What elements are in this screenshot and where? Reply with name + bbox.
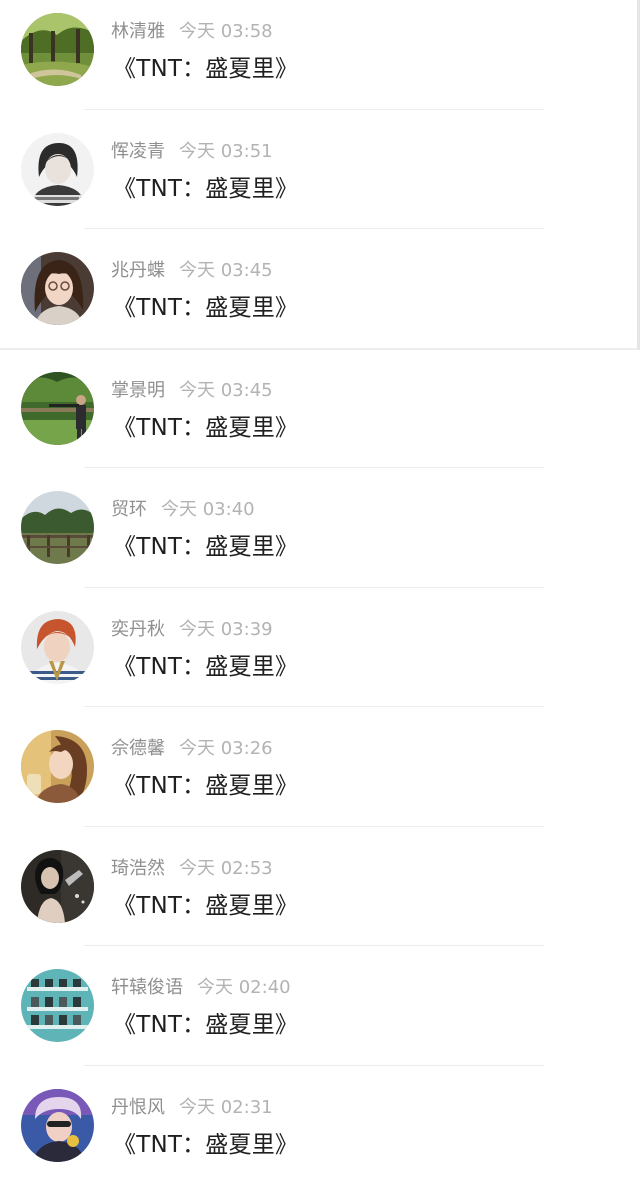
message-time: 今天 02:31	[179, 1097, 273, 1118]
message-time: 今天 02:53	[179, 858, 273, 879]
message-text: 《TNT：盛夏里》	[113, 291, 298, 325]
sender-name: 丹恨风	[111, 1097, 165, 1118]
section-divider	[0, 348, 640, 350]
list-item[interactable]: 贸环今天 03:40 《TNT：盛夏里》	[0, 478, 640, 598]
message-meta: 奕丹秋今天 03:39	[111, 617, 273, 643]
message-time: 今天 03:51	[179, 141, 273, 162]
list-item[interactable]: 琦浩然今天 02:53 《TNT：盛夏里》	[0, 837, 640, 957]
sender-name: 兆丹蝶	[111, 260, 165, 281]
message-meta: 贸环今天 03:40	[111, 497, 255, 523]
message-meta: 掌景明今天 03:45	[111, 378, 273, 404]
divider	[84, 706, 544, 707]
sender-name: 轩辕俊语	[111, 977, 183, 998]
avatar[interactable]	[21, 850, 94, 923]
message-text: 《TNT：盛夏里》	[113, 889, 298, 923]
message-meta: 佘德馨今天 03:26	[111, 736, 273, 762]
sender-name: 佘德馨	[111, 738, 165, 759]
message-text: 《TNT：盛夏里》	[113, 1008, 298, 1042]
message-time: 今天 03:45	[179, 260, 273, 281]
message-time: 今天 03:26	[179, 738, 273, 759]
list-item[interactable]: 佘德馨今天 03:26 《TNT：盛夏里》	[0, 717, 640, 837]
divider	[84, 1065, 544, 1066]
message-text: 《TNT：盛夏里》	[113, 52, 298, 86]
divider	[84, 228, 544, 229]
avatar[interactable]	[21, 13, 94, 86]
list-item[interactable]: 掌景明今天 03:45 《TNT：盛夏里》	[0, 359, 640, 479]
avatar[interactable]	[21, 133, 94, 206]
message-time: 今天 02:40	[197, 977, 291, 998]
avatar[interactable]	[21, 372, 94, 445]
list-item[interactable]: 兆丹蝶今天 03:45 《TNT：盛夏里》	[0, 239, 640, 359]
avatar[interactable]	[21, 730, 94, 803]
message-meta: 林清雅今天 03:58	[111, 19, 273, 45]
message-text: 《TNT：盛夏里》	[113, 411, 298, 445]
list-item[interactable]: 奕丹秋今天 03:39 《TNT：盛夏里》	[0, 598, 640, 718]
sender-name: 贸环	[111, 499, 147, 520]
list-item[interactable]: 轩辕俊语今天 02:40 《TNT：盛夏里》	[0, 956, 640, 1076]
sender-name: 恽凌青	[111, 141, 165, 162]
list-item[interactable]: 林清雅今天 03:58 《TNT：盛夏里》	[0, 0, 640, 120]
message-list: 林清雅今天 03:58 《TNT：盛夏里》 恽凌青今天 03:51 《TNT：盛…	[0, 0, 640, 1179]
message-time: 今天 03:40	[161, 499, 255, 520]
avatar[interactable]	[21, 611, 94, 684]
message-text: 《TNT：盛夏里》	[113, 769, 298, 803]
message-time: 今天 03:58	[179, 21, 273, 42]
sender-name: 掌景明	[111, 380, 165, 401]
message-time: 今天 03:39	[179, 619, 273, 640]
message-time: 今天 03:45	[179, 380, 273, 401]
message-text: 《TNT：盛夏里》	[113, 650, 298, 684]
message-meta: 恽凌青今天 03:51	[111, 139, 273, 165]
divider	[84, 467, 544, 468]
message-text: 《TNT：盛夏里》	[113, 1128, 298, 1162]
sender-name: 奕丹秋	[111, 619, 165, 640]
message-meta: 轩辕俊语今天 02:40	[111, 975, 291, 1001]
divider	[84, 826, 544, 827]
avatar[interactable]	[21, 491, 94, 564]
message-meta: 琦浩然今天 02:53	[111, 856, 273, 882]
sender-name: 林清雅	[111, 21, 165, 42]
divider	[84, 587, 544, 588]
avatar[interactable]	[21, 1089, 94, 1162]
message-meta: 兆丹蝶今天 03:45	[111, 258, 273, 284]
list-item[interactable]: 恽凌青今天 03:51 《TNT：盛夏里》	[0, 120, 640, 240]
message-meta: 丹恨风今天 02:31	[111, 1095, 273, 1121]
sender-name: 琦浩然	[111, 858, 165, 879]
divider	[84, 945, 544, 946]
list-item[interactable]: 丹恨风今天 02:31 《TNT：盛夏里》	[0, 1076, 640, 1195]
avatar[interactable]	[21, 969, 94, 1042]
divider	[84, 109, 544, 110]
message-text: 《TNT：盛夏里》	[113, 530, 298, 564]
message-text: 《TNT：盛夏里》	[113, 172, 298, 206]
avatar[interactable]	[21, 252, 94, 325]
